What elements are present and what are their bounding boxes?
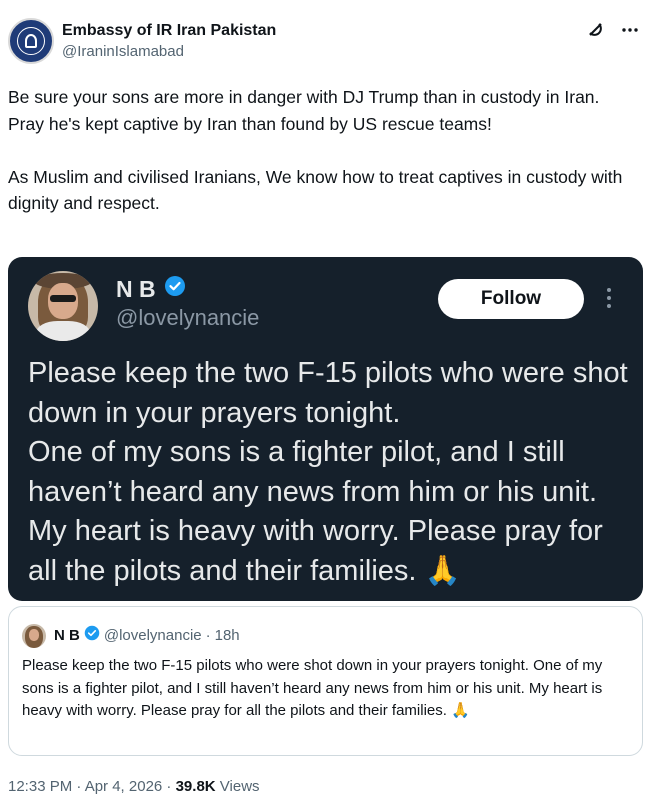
quote-author-name: N B (54, 627, 80, 644)
author-handle[interactable]: @IraninIslamabad (62, 41, 276, 62)
tweet-meta: 12:33 PM · Apr 4, 2026 · 39.8K Views (8, 777, 260, 797)
more-options-icon[interactable] (620, 20, 640, 40)
quote-avatar (22, 624, 46, 648)
tweet-header: Embassy of IR Iran Pakistan @IraninIslam… (8, 18, 640, 68)
iran-emblem-icon (17, 27, 45, 55)
verified-badge-icon (164, 275, 186, 303)
embedded-screenshot-image[interactable]: N B @lovelynancie Follow Please keep the… (8, 257, 643, 601)
tweet-text: Be sure your sons are more in danger wit… (8, 84, 628, 217)
grok-icon[interactable] (586, 20, 606, 40)
tweet-paragraph: Be sure your sons are more in danger wit… (8, 87, 600, 107)
views-count: 39.8K (175, 778, 216, 795)
media-avatar (28, 271, 98, 341)
author-display-name[interactable]: Embassy of IR Iran Pakistan (62, 20, 276, 41)
author-avatar[interactable] (8, 18, 54, 64)
follow-button: Follow (438, 279, 584, 319)
media-handle: @lovelynancie (116, 305, 260, 330)
media-author-name: N B (116, 275, 186, 303)
author-names: Embassy of IR Iran Pakistan @IraninIslam… (62, 20, 276, 62)
quote-timestamp[interactable]: 18h (215, 626, 240, 646)
media-name-text: N B (116, 275, 156, 302)
media-more-icon (606, 287, 612, 314)
tweet-paragraph: As Muslim and civilised Iranians, We kno… (8, 166, 628, 214)
quote-text: Please keep the two F-15 pilots who were… (22, 657, 603, 720)
quoted-tweet[interactable]: N B @lovelynancie · 18h Please keep the … (8, 606, 643, 756)
media-post-text: Please keep the two F-15 pilots who were… (28, 357, 628, 587)
views-label: Views (215, 778, 260, 795)
verified-badge-icon (84, 625, 100, 647)
tweet-timestamp[interactable]: 12:33 PM · Apr 4, 2026 · (8, 778, 176, 795)
quote-header: N B @lovelynancie · 18h (54, 625, 240, 647)
quote-author-handle: @lovelynancie (103, 627, 202, 644)
tweet-paragraph: Pray he's kept captive by Iran than foun… (8, 113, 492, 134)
header-actions (586, 20, 640, 40)
quote-separator: · (205, 627, 211, 644)
